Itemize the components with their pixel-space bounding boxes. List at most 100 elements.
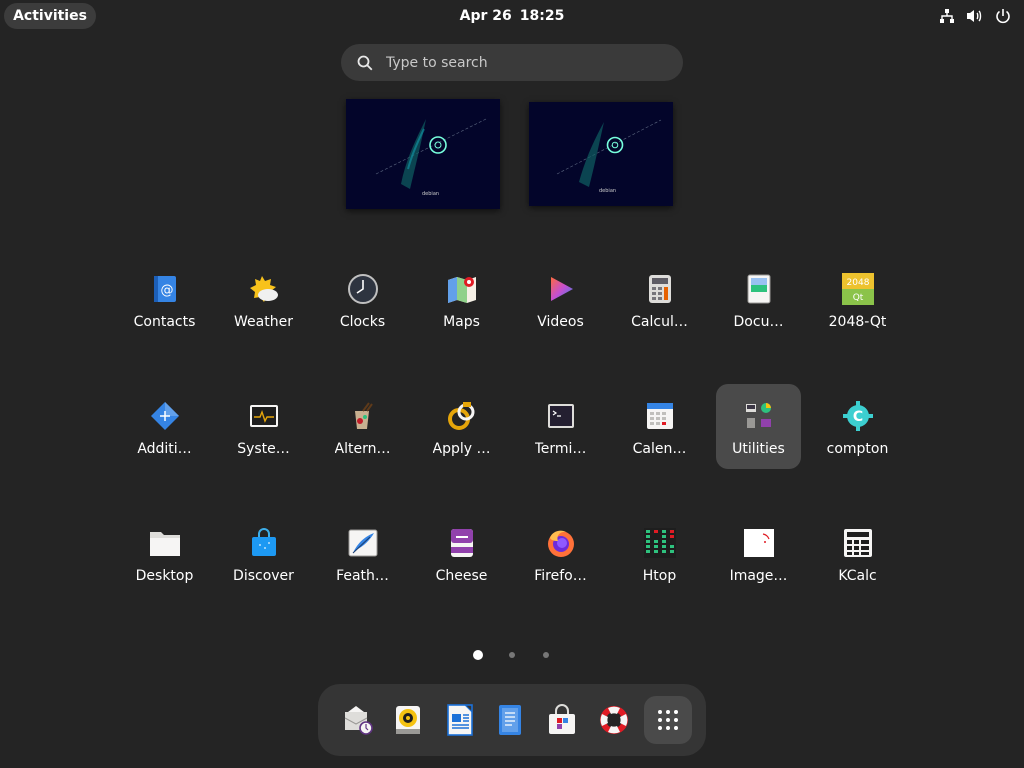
calendar-icon xyxy=(644,400,676,432)
dock-text-editor[interactable] xyxy=(486,696,534,744)
svg-text:@: @ xyxy=(160,283,173,298)
app-label: Docu… xyxy=(733,314,784,330)
app-image-viewer[interactable]: Image… xyxy=(716,511,801,596)
app-label: Maps xyxy=(443,314,480,330)
app-terminal[interactable]: Termi… xyxy=(518,384,603,469)
game-2048-icon: 2048 Qt xyxy=(841,273,874,305)
network-icon[interactable] xyxy=(938,7,956,25)
calculator-icon xyxy=(644,273,676,305)
text-editor-icon xyxy=(499,705,521,735)
app-label: Image… xyxy=(729,568,788,584)
dock-help[interactable] xyxy=(590,696,638,744)
app-label: KCalc xyxy=(838,568,877,584)
app-videos[interactable]: Videos xyxy=(518,257,603,342)
desktop-folder-icon xyxy=(149,527,181,559)
app-label: Htop xyxy=(642,568,677,584)
app-label: Calen… xyxy=(632,441,687,457)
system-tray[interactable] xyxy=(938,7,1012,25)
app-document-viewer[interactable]: Docu… xyxy=(716,257,801,342)
dash-dock xyxy=(318,684,706,756)
alternatives-icon xyxy=(347,400,379,432)
app-system-monitor[interactable]: Syste… xyxy=(221,384,306,469)
page-dot-3[interactable] xyxy=(543,652,549,658)
app-calendar[interactable]: Calen… xyxy=(617,384,702,469)
dock-writer[interactable] xyxy=(436,696,484,744)
feather-icon xyxy=(347,527,379,559)
app-label: Weather xyxy=(234,314,293,330)
app-label: Additi… xyxy=(137,441,192,457)
volume-icon[interactable] xyxy=(966,7,984,25)
page-indicator xyxy=(0,650,1024,660)
show-apps-button[interactable] xyxy=(644,696,692,744)
app-label: 2048-Qt xyxy=(828,314,887,330)
app-contacts[interactable]: @ Contacts xyxy=(122,257,207,342)
additional-drivers-icon xyxy=(149,400,181,432)
writer-icon xyxy=(447,704,473,736)
apply-patch-icon xyxy=(446,400,478,432)
app-label: Firefo… xyxy=(534,568,587,584)
maps-icon xyxy=(446,273,478,305)
svg-text:Qt: Qt xyxy=(852,293,863,303)
clocks-icon xyxy=(347,273,379,305)
app-utilities-folder[interactable]: Utilities xyxy=(716,384,801,469)
app-compton[interactable]: C compton xyxy=(815,384,900,469)
system-monitor-icon xyxy=(248,400,280,432)
app-label: compton xyxy=(826,441,889,457)
terminal-icon xyxy=(545,400,577,432)
app-label: Clocks xyxy=(339,314,386,330)
app-2048-qt[interactable]: 2048 Qt 2048-Qt xyxy=(815,257,900,342)
app-label: Discover xyxy=(233,568,294,584)
rhythmbox-icon xyxy=(396,706,420,734)
power-icon[interactable] xyxy=(994,7,1012,25)
app-discover[interactable]: Discover xyxy=(221,511,306,596)
dock-software[interactable] xyxy=(538,696,586,744)
dock-evolution[interactable] xyxy=(334,696,382,744)
app-label: Utilities xyxy=(732,441,785,457)
app-label: Apply … xyxy=(432,441,491,457)
app-label: Videos xyxy=(537,314,584,330)
weather-icon xyxy=(248,273,280,305)
app-label: Syste… xyxy=(237,441,290,457)
evolution-mail-icon xyxy=(344,706,373,735)
app-clocks[interactable]: Clocks xyxy=(320,257,405,342)
app-maps[interactable]: Maps xyxy=(419,257,504,342)
app-label: Desktop xyxy=(135,568,194,584)
app-cheese[interactable]: Cheese xyxy=(419,511,504,596)
app-apply-patch[interactable]: Apply … xyxy=(419,384,504,469)
app-label: Contacts xyxy=(133,314,196,330)
app-weather[interactable]: Weather xyxy=(221,257,306,342)
app-kcalc[interactable]: KCalc xyxy=(815,511,900,596)
dock-rhythmbox[interactable] xyxy=(384,696,432,744)
app-label: Cheese xyxy=(435,568,488,584)
app-label: Altern… xyxy=(334,441,391,457)
app-firefox[interactable]: Firefo… xyxy=(518,511,603,596)
app-label: Feath… xyxy=(336,568,389,584)
app-desktop-folder[interactable]: Desktop xyxy=(122,511,207,596)
app-htop[interactable]: Htop xyxy=(617,511,702,596)
help-icon xyxy=(600,706,628,734)
utilities-folder-icon xyxy=(743,400,775,432)
videos-icon xyxy=(545,273,577,305)
app-additional-drivers[interactable]: Additi… xyxy=(122,384,207,469)
discover-icon xyxy=(248,527,280,559)
compton-icon: C xyxy=(842,400,874,432)
app-label: Termi… xyxy=(534,441,587,457)
show-apps-icon xyxy=(658,710,678,730)
image-viewer-icon xyxy=(743,527,775,559)
contacts-icon: @ xyxy=(149,273,181,305)
activities-button[interactable]: Activities xyxy=(4,3,96,29)
app-label: Calcul… xyxy=(631,314,688,330)
page-dot-1[interactable] xyxy=(473,650,483,660)
page-dot-2[interactable] xyxy=(509,652,515,658)
kcalc-icon xyxy=(842,527,874,559)
firefox-icon xyxy=(545,527,577,559)
svg-text:2048: 2048 xyxy=(846,278,869,288)
document-viewer-icon xyxy=(743,273,775,305)
app-calculator[interactable]: Calcul… xyxy=(617,257,702,342)
software-icon xyxy=(549,704,575,734)
app-feather[interactable]: Feath… xyxy=(320,511,405,596)
htop-icon xyxy=(643,527,676,559)
app-alternatives[interactable]: Altern… xyxy=(320,384,405,469)
cheese-icon xyxy=(446,527,478,559)
svg-text:C: C xyxy=(852,409,862,425)
